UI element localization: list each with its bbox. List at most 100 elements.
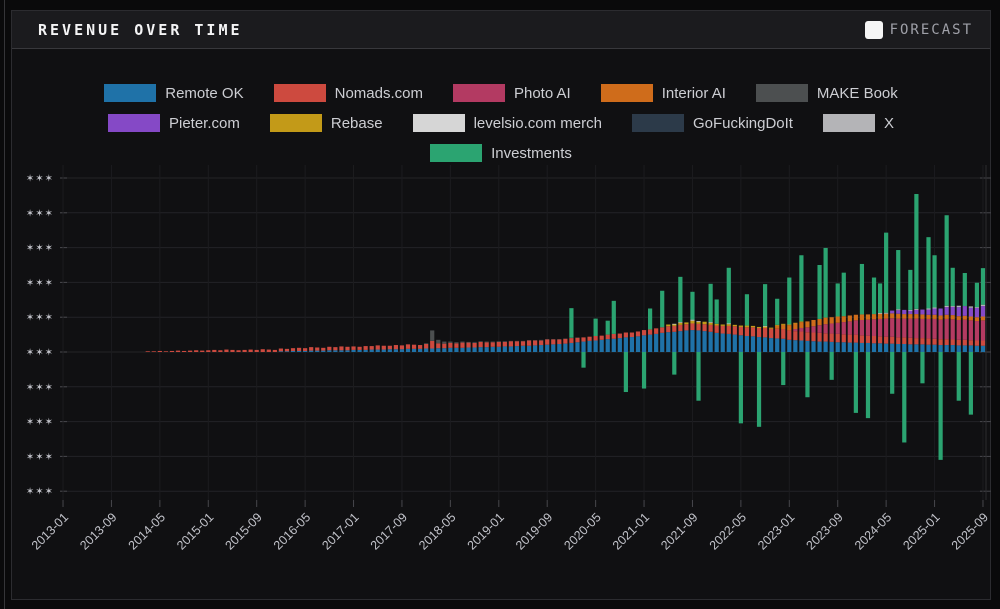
bar-segment-interior-ai (908, 314, 913, 319)
bar-segment-photo-ai (956, 319, 961, 340)
bar-segment-levelsio-com-merch (762, 325, 768, 327)
bar-segment-rebase (793, 322, 798, 324)
bar-segment-rebase (769, 327, 774, 329)
legend-item-investments[interactable]: Investments (430, 144, 572, 162)
bar-segment-remote-ok (678, 331, 683, 352)
legend-label: Interior AI (661, 84, 726, 102)
bar-segment-remote-ok (817, 341, 822, 352)
bar-segment-remote-ok (460, 347, 465, 352)
bar-segment-nomads-com (557, 339, 562, 344)
bar-segment-investments (690, 291, 695, 320)
legend-swatch-icon (430, 144, 483, 162)
bar-segment-photo-ai (950, 319, 955, 340)
bar-segment-remote-ok (381, 349, 386, 352)
bar-segment-nomads-com (811, 332, 816, 342)
bar-segment-investments (756, 352, 762, 427)
bar-segment-remote-ok (411, 348, 417, 352)
bar-segment-levelsio-com-merch (672, 323, 677, 325)
legend-item-gofuckingdoit[interactable]: GoFuckingDoIt (631, 114, 793, 132)
bar-segment-investments (932, 255, 937, 308)
bar-segment-make-book (466, 341, 471, 343)
legend-item-nomads-com[interactable]: Nomads.com (273, 84, 423, 102)
bar-segment-nomads-com (575, 337, 580, 343)
bar-segment-nomads-com (841, 334, 846, 343)
y-axis-tick-label: ✶✶✶ (26, 487, 54, 498)
bar-segment-nomads-com (956, 339, 961, 346)
bar-segment-make-book (502, 341, 507, 342)
bar-segment-remote-ok (672, 331, 677, 352)
bar-segment-investments (853, 352, 858, 413)
bar-segment-nomads-com (732, 326, 737, 335)
bar-segment-nomads-com (224, 349, 229, 352)
bar-segment-nomads-com (599, 335, 604, 340)
bar-segment-interior-ai (775, 325, 780, 329)
bar-segment-photo-ai (944, 318, 949, 340)
bar-segment-nomads-com (315, 347, 320, 351)
legend-item-rebase[interactable]: Rebase (269, 114, 383, 132)
bar-segment-remote-ok (853, 342, 858, 352)
bar-segment-nomads-com (309, 347, 314, 351)
bar-segment-nomads-com (230, 349, 235, 352)
bar-segment-remote-ok (296, 350, 302, 352)
bar-segment-nomads-com (762, 327, 768, 338)
bar-segment-remote-ok (890, 343, 895, 352)
bar-segment-investments (884, 232, 889, 313)
bar-segment-make-book (496, 341, 501, 342)
x-axis-tick-label: 2025-01 (900, 510, 942, 552)
bar-segment-interior-ai (817, 318, 822, 326)
bar-segment-nomads-com (962, 339, 967, 346)
legend-item-levelsio-com-merch[interactable]: levelsio.com merch (412, 114, 602, 132)
bar-segment-remote-ok (424, 348, 429, 352)
bar-segment-interior-ai (799, 322, 804, 328)
bar-segment-interior-ai (956, 316, 961, 320)
bar-segment-remote-ok (278, 351, 284, 352)
bar-segment-nomads-com (781, 329, 786, 339)
bar-segment-nomads-com (484, 342, 489, 348)
legend-item-remote-ok[interactable]: Remote OK (104, 84, 244, 102)
bar-segment-photo-ai (847, 321, 852, 335)
bar-segment-pieter-com (914, 309, 919, 315)
bar-segment-nomads-com (533, 340, 538, 346)
bar-segment-photo-ai (793, 329, 798, 332)
bar-segment-nomads-com (799, 331, 804, 341)
bar-segment-rebase (678, 322, 683, 325)
bar-segment-remote-ok (303, 350, 308, 352)
legend-item-x[interactable]: X (822, 114, 894, 132)
bar-segment-investments (865, 352, 871, 419)
x-axis-tick-label: 2024-05 (852, 510, 894, 552)
bar-segment-remote-ok (345, 350, 350, 352)
legend-item-photo-ai[interactable]: Photo AI (452, 84, 571, 102)
legend-item-pieter-com[interactable]: Pieter.com (107, 114, 240, 132)
x-axis-tick-label: 2021-01 (610, 510, 652, 552)
bar-segment-investments (678, 276, 683, 323)
bar-segment-levelsio-com-merch (690, 319, 695, 321)
bar-segment-remote-ok (660, 332, 665, 352)
bar-segment-investments (890, 352, 895, 394)
bar-segment-nomads-com (672, 325, 677, 332)
legend-item-interior-ai[interactable]: Interior AI (600, 84, 726, 102)
bar-segment-make-book (454, 342, 459, 344)
bar-segment-nomads-com (581, 337, 586, 342)
bar-segment-nomads-com (617, 333, 622, 339)
bar-segment-remote-ok (914, 344, 919, 352)
bar-segment-remote-ok (696, 330, 701, 352)
bar-segment-nomads-com (321, 347, 326, 351)
bar-segment-nomads-com (647, 329, 653, 335)
legend-swatch-icon (452, 84, 505, 102)
bar-segment-rebase (787, 324, 792, 326)
bar-segment-remote-ok (430, 348, 435, 352)
bar-segment-nomads-com (266, 349, 271, 352)
legend-label: Remote OK (165, 84, 244, 102)
bar-segment-pieter-com (890, 310, 895, 314)
bar-segment-investments (938, 352, 943, 460)
bar-segment-nomads-com (448, 342, 453, 348)
bar-segment-remote-ok (920, 344, 925, 352)
bar-segment-nomads-com (593, 335, 598, 341)
bar-segment-investments (956, 352, 961, 401)
bar-segment-remote-ok (442, 348, 447, 352)
bar-segment-photo-ai (968, 320, 973, 341)
bar-segment-nomads-com (744, 327, 750, 336)
bar-segment-investments (950, 267, 955, 307)
bar-segment-pieter-com (926, 309, 931, 315)
legend-item-make-book[interactable]: MAKE Book (755, 84, 898, 102)
